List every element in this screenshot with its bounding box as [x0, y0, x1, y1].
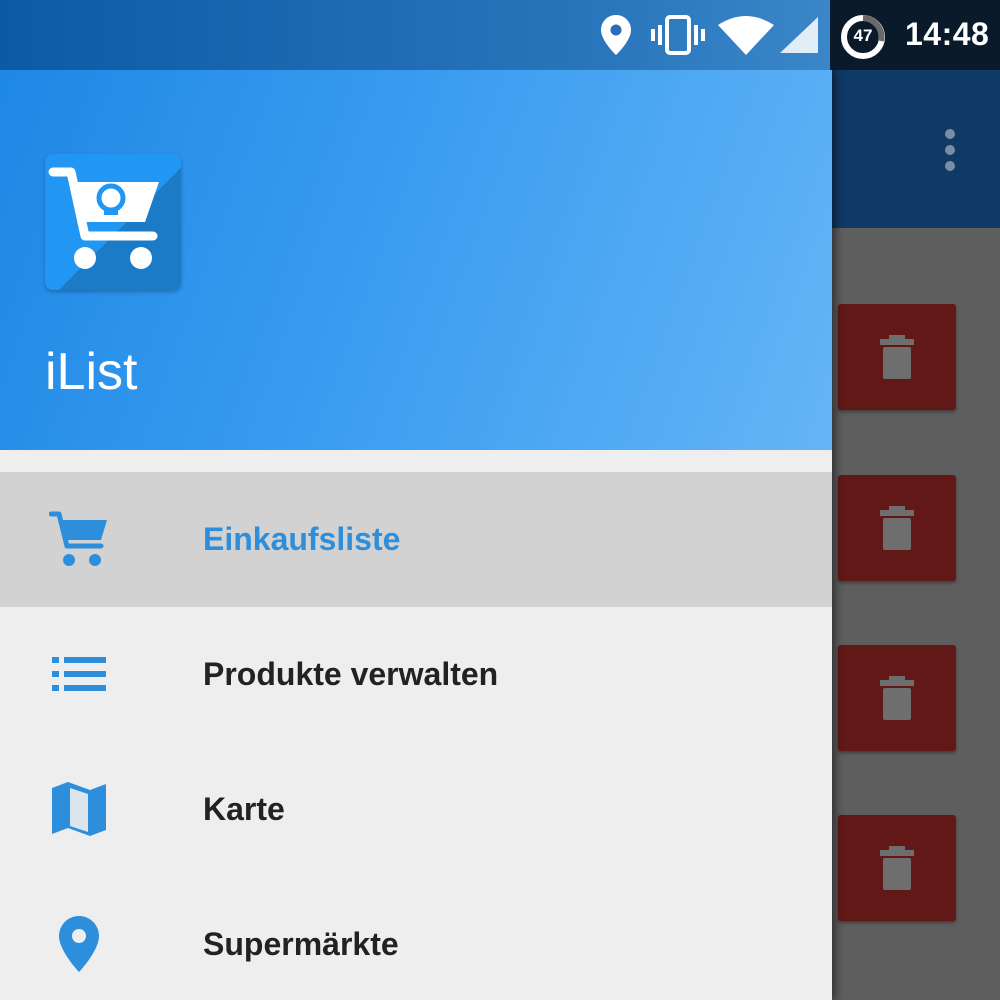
menu-label: Supermärkte: [203, 926, 399, 962]
menu-label: Einkaufsliste: [203, 521, 401, 557]
drawer-header: iList: [0, 70, 832, 450]
delete-button[interactable]: [838, 815, 956, 921]
battery-level: 47: [853, 26, 873, 45]
delete-button[interactable]: [838, 304, 956, 410]
menu-item-produkte-verwalten[interactable]: Produkte verwalten: [0, 607, 832, 742]
menu-item-supermaerkte[interactable]: Supermärkte: [0, 877, 832, 1000]
location-pin-icon: [48, 913, 110, 975]
menu-label: Produkte verwalten: [203, 656, 499, 692]
cell-signal-icon: [778, 13, 820, 57]
shopping-cart-lightbulb-icon: [45, 154, 181, 290]
vibrate-icon: [650, 13, 706, 57]
trash-icon: [880, 506, 914, 550]
drawer-menu: Einkaufsliste Produkte verwalten Karte S…: [0, 472, 832, 1000]
shopping-cart-icon: [48, 508, 110, 570]
navigation-drawer: iList Einkaufsliste Produkte verwalten K…: [0, 70, 832, 1000]
trash-icon: [880, 676, 914, 720]
list-icon: [48, 643, 110, 705]
menu-item-karte[interactable]: Karte: [0, 742, 832, 877]
battery-saver-icon: 47: [840, 14, 886, 60]
menu-item-einkaufsliste[interactable]: Einkaufsliste: [0, 472, 832, 607]
status-bar: 47 14:48: [0, 0, 1000, 70]
trash-icon: [880, 846, 914, 890]
overflow-menu-icon[interactable]: [930, 120, 970, 180]
location-icon: [600, 13, 632, 57]
trash-icon: [880, 335, 914, 379]
delete-button[interactable]: [838, 645, 956, 751]
wifi-icon: [718, 13, 774, 57]
clock: 14:48: [905, 16, 990, 52]
map-icon: [48, 778, 110, 840]
app-name: iList: [45, 343, 138, 401]
menu-label: Karte: [203, 791, 285, 827]
delete-button[interactable]: [838, 475, 956, 581]
